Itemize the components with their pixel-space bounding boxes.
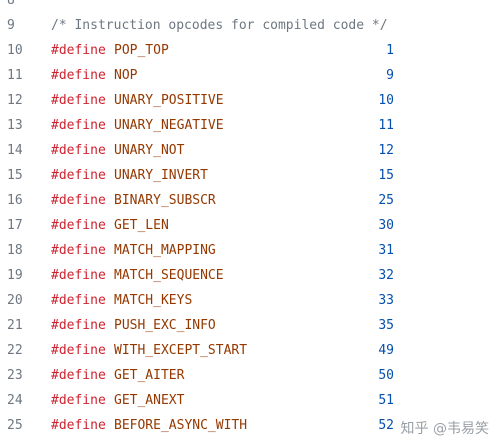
macro-name: UNARY_POSITIVE [114, 93, 224, 108]
define-keyword: #define [51, 168, 106, 183]
define-keyword: #define [51, 293, 106, 308]
code-line: 10 #define POP_TOP 1 [0, 38, 503, 63]
define-keyword: #define [51, 193, 106, 208]
macro-value: 51 [378, 393, 394, 408]
define-keyword: #define [51, 43, 106, 58]
code-line: 17 #define GET_LEN 30 [0, 213, 503, 238]
macro-value: 15 [378, 168, 394, 183]
macro-name: GET_ANEXT [114, 393, 185, 408]
line-number: 21 [7, 318, 23, 333]
code-comment: /* Instruction opcodes for compiled code… [51, 18, 388, 33]
macro-value: 10 [378, 93, 394, 108]
watermark: 知乎 @韦易笑 [400, 421, 489, 437]
define-keyword: #define [51, 343, 106, 358]
line-number: 25 [7, 418, 23, 433]
define-keyword: #define [51, 418, 106, 433]
code-line: 14 #define UNARY_NOT 12 [0, 138, 503, 163]
macro-value: 52 [378, 418, 394, 433]
define-keyword: #define [51, 268, 106, 283]
macro-value: 35 [378, 318, 394, 333]
code-line: 20 #define MATCH_KEYS 33 [0, 288, 503, 313]
macro-name: UNARY_NOT [114, 143, 185, 158]
code-line: 24 #define GET_ANEXT 51 [0, 388, 503, 413]
code-line: 11 #define NOP 9 [0, 63, 503, 88]
line-number: 13 [7, 118, 23, 133]
define-keyword: #define [51, 393, 106, 408]
macro-name: MATCH_MAPPING [114, 243, 216, 258]
define-keyword: #define [51, 93, 106, 108]
define-keyword: #define [51, 68, 106, 83]
macro-value: 32 [378, 268, 394, 283]
line-number: 18 [7, 243, 23, 258]
line-number: 23 [7, 368, 23, 383]
macro-name: BEFORE_ASYNC_WITH [114, 418, 248, 433]
line-number: 9 [7, 18, 15, 33]
line-number: 20 [7, 293, 23, 308]
macro-name: GET_AITER [114, 368, 185, 383]
macro-name: WITH_EXCEPT_START [114, 343, 248, 358]
macro-value: 12 [378, 143, 394, 158]
macro-name: GET_LEN [114, 218, 169, 233]
code-line: 12 #define UNARY_POSITIVE 10 [0, 88, 503, 113]
line-number: 17 [7, 218, 23, 233]
code-line: 19 #define MATCH_SEQUENCE 32 [0, 263, 503, 288]
code-line: 22 #define WITH_EXCEPT_START 49 [0, 338, 503, 363]
line-number: 15 [7, 168, 23, 183]
line-number: 16 [7, 193, 23, 208]
macro-value: 31 [378, 243, 394, 258]
macro-value: 50 [378, 368, 394, 383]
code-line: 9 /* Instruction opcodes for compiled cod… [0, 13, 503, 38]
macro-value: 9 [386, 68, 394, 83]
code-line: 23 #define GET_AITER 50 [0, 363, 503, 388]
define-keyword: #define [51, 143, 106, 158]
line-number: 11 [7, 68, 23, 83]
code-line: 13 #define UNARY_NEGATIVE 11 [0, 113, 503, 138]
code-line: 15 #define UNARY_INVERT 15 [0, 163, 503, 188]
code-line: 16 #define BINARY_SUBSCR 25 [0, 188, 503, 213]
define-keyword: #define [51, 218, 106, 233]
macro-value: 11 [378, 118, 394, 133]
code-line: 21 #define PUSH_EXC_INFO 35 [0, 313, 503, 338]
line-number: 10 [7, 43, 23, 58]
macro-value: 1 [386, 43, 394, 58]
line-number: 22 [7, 343, 23, 358]
macro-value: 49 [378, 343, 394, 358]
macro-name: UNARY_INVERT [114, 168, 208, 183]
code-line: 8 [0, 0, 503, 13]
macro-value: 25 [378, 193, 394, 208]
code-line: 18 #define MATCH_MAPPING 31 [0, 238, 503, 263]
macro-name: UNARY_NEGATIVE [114, 118, 224, 133]
define-keyword: #define [51, 118, 106, 133]
define-keyword: #define [51, 368, 106, 383]
macro-value: 33 [378, 293, 394, 308]
macro-name: MATCH_SEQUENCE [114, 268, 224, 283]
line-number: 12 [7, 93, 23, 108]
macro-name: NOP [114, 68, 138, 83]
macro-name: PUSH_EXC_INFO [114, 318, 216, 333]
macro-name: POP_TOP [114, 43, 169, 58]
define-keyword: #define [51, 318, 106, 333]
line-number: 14 [7, 143, 23, 158]
line-number: 8 [7, 0, 15, 8]
line-number: 19 [7, 268, 23, 283]
macro-value: 30 [378, 218, 394, 233]
line-number: 24 [7, 393, 23, 408]
macro-name: BINARY_SUBSCR [114, 193, 216, 208]
define-keyword: #define [51, 243, 106, 258]
macro-name: MATCH_KEYS [114, 293, 193, 308]
